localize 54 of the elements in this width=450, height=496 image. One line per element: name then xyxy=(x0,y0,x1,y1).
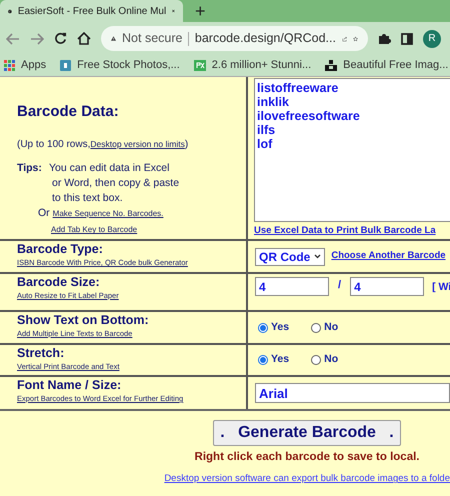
tips-label: Tips: xyxy=(17,160,43,176)
link[interactable]: Make Sequence No. Barcodes. xyxy=(52,208,164,220)
or-label: Or xyxy=(38,206,50,220)
chevron-icon xyxy=(314,254,322,259)
radio-option[interactable]: Yes xyxy=(258,352,290,368)
profile-avatar[interactable]: R xyxy=(423,30,441,48)
field-label: Show Text on Bottom: xyxy=(17,313,150,328)
bookmark-item[interactable]: Free Stock Photos,... xyxy=(60,57,180,74)
radio-option[interactable]: No xyxy=(311,352,338,368)
reload-icon[interactable] xyxy=(54,32,67,45)
link[interactable]: Desktop version no limits xyxy=(90,138,185,150)
radio-option[interactable]: Yes xyxy=(258,320,290,336)
photo-site-icon xyxy=(60,60,72,71)
field-label: Font Name / Size: xyxy=(17,378,122,393)
new-tab-button[interactable]: + xyxy=(183,0,218,22)
tips-text: to this text box. xyxy=(51,190,124,206)
link[interactable]: Desktop version software can export bulk barcode images to a folde xyxy=(164,472,450,486)
tips-text: You can edit data in Excel xyxy=(49,160,170,176)
save-note: Right click each barcode to save to local. xyxy=(194,450,420,465)
radio-option[interactable]: No xyxy=(311,320,338,336)
data-textarea[interactable]: listoffreeware inklik ilovefreesoftware ilfs lof xyxy=(254,78,450,222)
browser-tab[interactable]: EasierSoft - Free Bulk Online Mul xyxy=(0,0,183,22)
height-field[interactable]: 4 xyxy=(350,277,424,296)
side-panel-icon[interactable] xyxy=(401,32,413,44)
section-title: Barcode Data: xyxy=(17,102,120,122)
security-label: Not secure xyxy=(122,30,182,48)
home-icon[interactable] xyxy=(77,32,91,45)
note-text: ) xyxy=(184,138,188,152)
back-icon[interactable] xyxy=(6,32,20,44)
camera-logo-icon xyxy=(325,60,338,71)
bookmark-item[interactable]: 2.6 million+ Stunni... xyxy=(194,57,312,74)
size-separator: / xyxy=(337,278,342,293)
barcode-type-dropdown[interactable]: QR Code xyxy=(255,248,326,266)
field-label: Stretch: xyxy=(17,346,66,361)
apps-grid-icon xyxy=(4,60,15,71)
bookmark-item[interactable]: Apps xyxy=(4,57,46,74)
url-text: barcode.design/QRCod... xyxy=(194,30,336,48)
puzzle-icon[interactable] xyxy=(378,32,391,45)
bookmark-item[interactable]: Beautiful Free Imag... xyxy=(325,57,448,74)
tips-text: or Word, then copy & paste xyxy=(51,176,180,190)
link[interactable]: Add Tab Key to Barcode xyxy=(51,225,138,234)
px-logo-icon xyxy=(194,60,206,71)
width-field[interactable]: 4 xyxy=(255,277,329,296)
note-text: (Up to 100 rows, xyxy=(17,138,90,152)
address-bar[interactable]: Not secure barcode.design/QRCod... xyxy=(101,26,368,51)
font-name-field[interactable]: Arial xyxy=(255,383,450,403)
generate-button[interactable]: . Generate Barcode . xyxy=(213,420,401,446)
link[interactable]: Choose Another Barcode xyxy=(331,249,446,264)
field-label: Barcode Type: xyxy=(17,242,104,257)
close-icon[interactable] xyxy=(172,7,175,15)
forward-icon[interactable] xyxy=(30,32,44,44)
link[interactable]: Use Excel Data to Print Bulk Barcode La xyxy=(254,225,436,236)
field-label: Barcode Size: xyxy=(17,275,101,290)
tab-title: EasierSoft - Free Bulk Online Mul xyxy=(18,4,166,18)
